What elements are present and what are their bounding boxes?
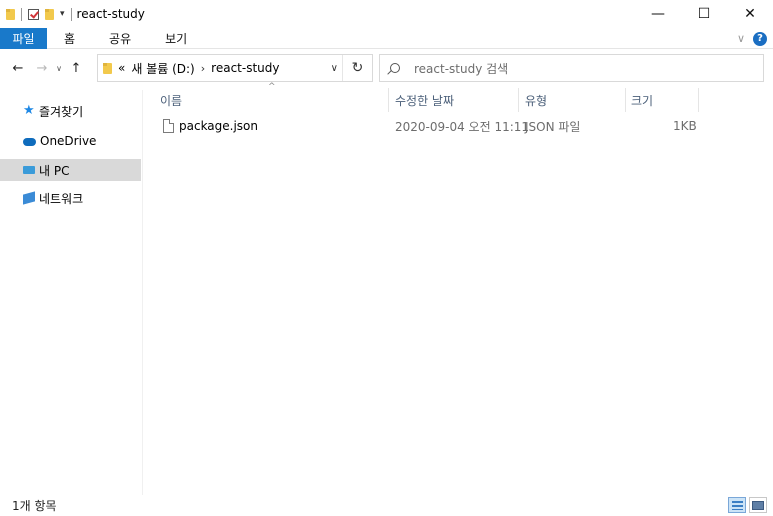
expand-ribbon-button[interactable]: ∨ — [737, 32, 745, 45]
folder-icon — [6, 8, 15, 20]
tab-file[interactable]: 파일 — [0, 27, 47, 49]
sidebar-item-label: 즐겨찾기 — [39, 104, 84, 119]
file-explorer-window: ▾ react-study — ☐ ✕ 파일 홈 공유 보기 ∨ ? ← → ∨… — [0, 0, 773, 516]
window-controls: — ☐ ✕ — [635, 0, 773, 28]
column-divider[interactable] — [388, 88, 389, 112]
tab-view[interactable]: 보기 — [148, 28, 204, 49]
help-icon[interactable]: ? — [753, 31, 767, 46]
chevron-right-icon[interactable]: › — [201, 62, 205, 75]
sidebar-item-this-pc[interactable]: 내 PC — [0, 159, 141, 181]
status-bar: 1개 항목 — [0, 495, 773, 516]
back-button[interactable]: ← — [8, 61, 28, 76]
window-title: react-study — [76, 7, 145, 21]
sort-indicator-icon: ^ — [268, 82, 276, 92]
properties-icon[interactable] — [28, 8, 39, 20]
file-list: ^ 이름 수정한 날짜 유형 크기 package.json 2020-09-0… — [143, 82, 773, 495]
star-icon: ★ — [23, 103, 35, 118]
column-header-type[interactable]: 유형 — [525, 89, 547, 111]
column-header-date[interactable]: 수정한 날짜 — [395, 89, 454, 111]
file-date: 2020-09-04 오전 11:11 — [395, 119, 530, 134]
network-icon — [23, 191, 35, 205]
file-size: 1KB — [673, 119, 697, 133]
title-bar: ▾ react-study — ☐ ✕ — [0, 0, 773, 28]
recent-locations-button[interactable]: ∨ — [52, 64, 66, 73]
divider — [21, 7, 22, 21]
ribbon-tabs: 파일 홈 공유 보기 ∨ ? — [0, 27, 773, 49]
up-button[interactable]: ↑ — [66, 61, 86, 76]
address-history-dropdown[interactable]: ∨ — [331, 55, 338, 81]
column-divider[interactable] — [698, 88, 699, 112]
file-name: package.json — [179, 119, 259, 133]
sidebar-item-quick-access[interactable]: ★ 즐겨찾기 — [0, 100, 141, 122]
navigation-bar: ← → ∨ ↑ « 새 볼륨 (D:) › react-study ∨ ↻ re… — [0, 54, 773, 82]
customize-quick-access-button[interactable]: ▾ — [60, 9, 65, 19]
folder-icon — [103, 62, 112, 74]
search-icon — [390, 63, 400, 73]
large-icons-view-icon — [752, 500, 764, 510]
search-placeholder: react-study 검색 — [414, 61, 509, 76]
details-view-icon — [731, 500, 743, 510]
item-count: 1개 항목 — [12, 499, 57, 513]
maximize-button[interactable]: ☐ — [681, 0, 727, 28]
refresh-button[interactable]: ↻ — [342, 55, 372, 81]
column-header-size[interactable]: 크기 — [631, 89, 653, 111]
cloud-icon — [23, 138, 36, 146]
breadcrumb-overflow[interactable]: « — [118, 61, 125, 75]
sidebar-item-label: OneDrive — [40, 134, 97, 148]
table-row[interactable]: package.json 2020-09-04 오전 11:11 JSON 파일… — [155, 114, 698, 138]
tab-home[interactable]: 홈 — [47, 28, 92, 49]
file-icon — [163, 119, 174, 133]
search-input[interactable]: react-study 검색 — [379, 54, 764, 82]
large-icons-view-button[interactable] — [749, 497, 767, 513]
ribbon-right-controls: ∨ ? — [737, 28, 767, 49]
breadcrumb-folder[interactable]: react-study — [211, 61, 279, 75]
view-switcher — [728, 497, 767, 513]
column-header-name[interactable]: 이름 — [160, 89, 182, 111]
file-type: JSON 파일 — [525, 119, 581, 134]
pc-icon — [23, 166, 35, 174]
new-folder-icon[interactable] — [45, 8, 54, 20]
minimize-button[interactable]: — — [635, 0, 681, 28]
navigation-pane: ★ 즐겨찾기 OneDrive 내 PC 네트워크 — [0, 90, 143, 495]
column-divider[interactable] — [625, 88, 626, 112]
column-divider[interactable] — [518, 88, 519, 112]
tab-share[interactable]: 공유 — [92, 28, 148, 49]
details-view-button[interactable] — [728, 497, 746, 513]
sidebar-item-network[interactable]: 네트워크 — [0, 187, 141, 209]
breadcrumb-drive[interactable]: 새 볼륨 (D:) — [131, 60, 194, 77]
address-bar[interactable]: « 새 볼륨 (D:) › react-study ∨ ↻ — [97, 54, 373, 82]
forward-button[interactable]: → — [32, 61, 52, 76]
quick-access-toolbar: ▾ — [0, 0, 72, 28]
close-button[interactable]: ✕ — [727, 0, 773, 28]
sidebar-item-label: 네트워크 — [39, 191, 84, 206]
sidebar-item-label: 내 PC — [39, 163, 70, 178]
sidebar-item-onedrive[interactable]: OneDrive — [0, 130, 141, 152]
divider — [70, 7, 72, 21]
